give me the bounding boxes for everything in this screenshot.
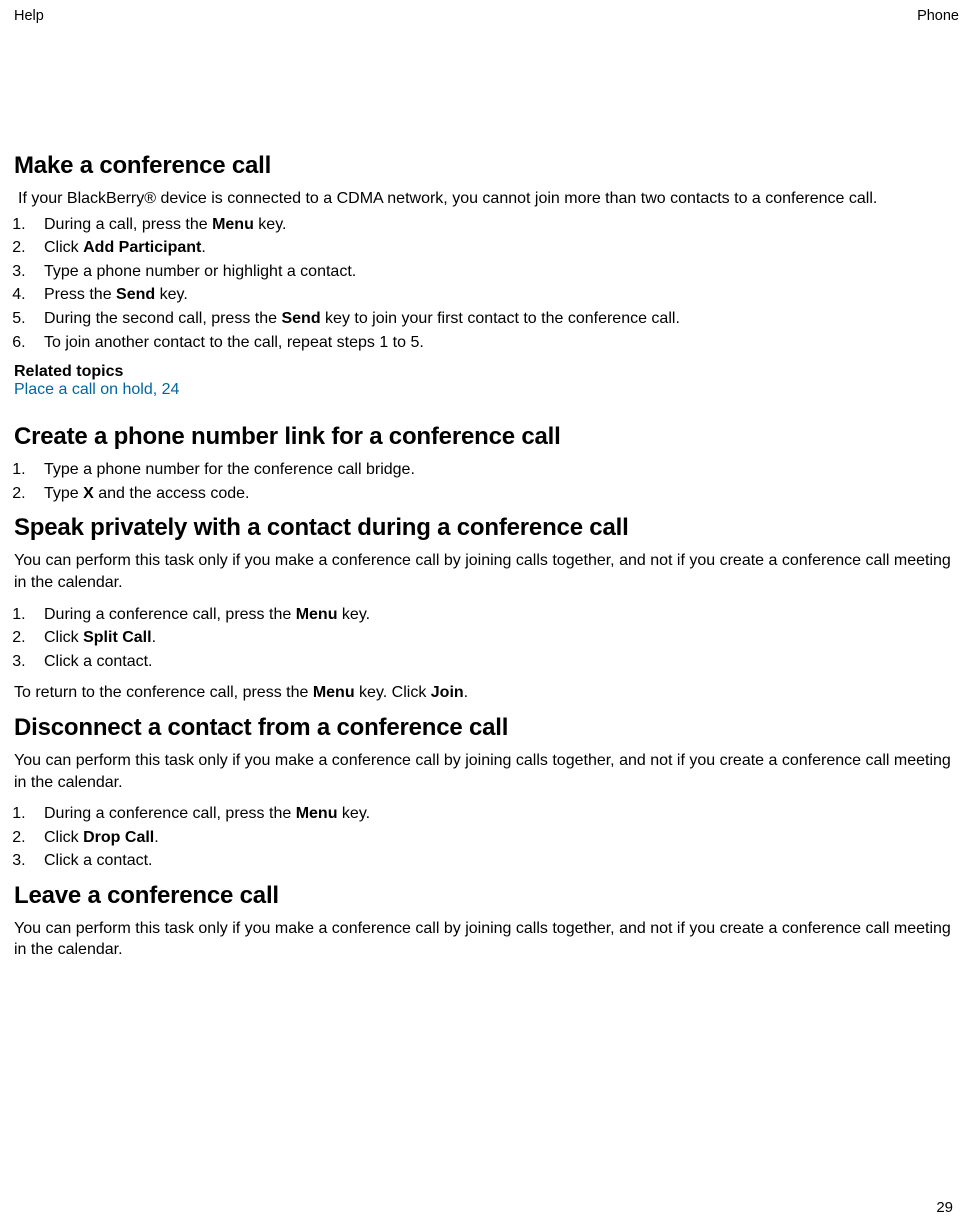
step-bold: Menu [296, 606, 338, 623]
list-item: Click a contact. [30, 850, 959, 872]
outro-bold: Join [431, 684, 464, 701]
ordered-steps: During a conference call, press the Menu… [14, 604, 959, 673]
section-intro: You can perform this task only if you ma… [14, 918, 959, 961]
step-bold: Send [116, 286, 155, 303]
step-bold: Send [281, 310, 320, 327]
ordered-steps: Type a phone number for the conference c… [14, 459, 959, 504]
list-item: During a call, press the Menu key. [30, 214, 959, 236]
list-item: During a conference call, press the Menu… [30, 803, 959, 825]
list-item: Type X and the access code. [30, 483, 959, 505]
section-heading: Make a conference call [14, 152, 959, 180]
list-item: Click Add Participant. [30, 237, 959, 259]
step-text: Click [44, 829, 83, 846]
section-intro: You can perform this task only if you ma… [14, 550, 959, 593]
section-heading: Speak privately with a contact during a … [14, 514, 959, 542]
list-item: Press the Send key. [30, 284, 959, 306]
step-text: During a conference call, press the [44, 805, 296, 822]
header-right: Phone [917, 8, 959, 24]
step-text: key to join your first contact to the co… [321, 310, 680, 327]
step-text: and the access code. [94, 485, 250, 502]
step-bold: Drop Call [83, 829, 154, 846]
step-bold: Add Participant [83, 239, 201, 256]
section-intro: If your BlackBerry® device is connected … [18, 188, 959, 210]
step-text: key. [337, 606, 370, 623]
list-item: Click Drop Call. [30, 827, 959, 849]
page-header: Help Phone [14, 8, 959, 24]
step-bold: X [83, 485, 94, 502]
step-text: . [152, 629, 156, 646]
step-text: During a call, press the [44, 216, 212, 233]
document-page: Help Phone Make a conference call If you… [0, 0, 973, 1228]
outro-text: . [464, 684, 468, 701]
step-text: key. [337, 805, 370, 822]
step-text: . [201, 239, 205, 256]
header-left: Help [14, 8, 44, 24]
page-number: 29 [936, 1199, 953, 1216]
step-text: During the second call, press the [44, 310, 281, 327]
related-topic-link[interactable]: Place a call on hold, 24 [14, 381, 959, 399]
section-intro: You can perform this task only if you ma… [14, 750, 959, 793]
outro-text: key. Click [355, 684, 431, 701]
step-text: Click [44, 239, 83, 256]
section-heading: Leave a conference call [14, 882, 959, 910]
list-item: During a conference call, press the Menu… [30, 604, 959, 626]
outro-text: To return to the conference call, press … [14, 684, 313, 701]
step-bold: Menu [212, 216, 254, 233]
section-outro: To return to the conference call, press … [14, 682, 959, 704]
step-text: During a conference call, press the [44, 606, 296, 623]
list-item: During the second call, press the Send k… [30, 308, 959, 330]
step-text: Press the [44, 286, 116, 303]
outro-bold: Menu [313, 684, 355, 701]
list-item: To join another contact to the call, rep… [30, 332, 959, 354]
step-text: key. [254, 216, 287, 233]
list-item: Type a phone number for the conference c… [30, 459, 959, 481]
step-text: . [154, 829, 158, 846]
section-heading: Disconnect a contact from a conference c… [14, 714, 959, 742]
step-bold: Menu [296, 805, 338, 822]
step-text: key. [155, 286, 188, 303]
list-item: Type a phone number or highlight a conta… [30, 261, 959, 283]
ordered-steps: During a call, press the Menu key. Click… [14, 214, 959, 354]
step-text: Click [44, 629, 83, 646]
related-topics-heading: Related topics [14, 363, 959, 381]
step-bold: Split Call [83, 629, 151, 646]
list-item: Click Split Call. [30, 627, 959, 649]
section-heading: Create a phone number link for a confere… [14, 423, 959, 451]
ordered-steps: During a conference call, press the Menu… [14, 803, 959, 872]
list-item: Click a contact. [30, 651, 959, 673]
step-text: Type [44, 485, 83, 502]
